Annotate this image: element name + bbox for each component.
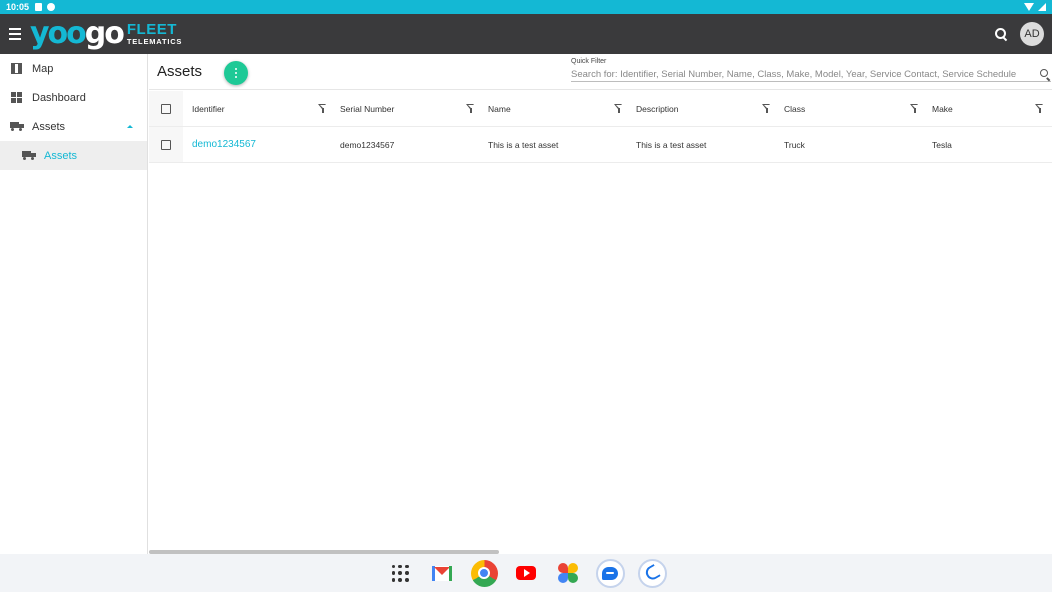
menu-icon[interactable]	[0, 14, 30, 54]
logo-fleet: FLEET	[126, 21, 177, 39]
map-icon	[10, 62, 23, 75]
grid-header-row: Identifier Serial Number Name Descriptio…	[149, 91, 1052, 127]
photos-icon[interactable]	[554, 559, 583, 588]
column-header-label: Name	[488, 103, 511, 114]
filter-icon[interactable]	[762, 104, 771, 113]
select-all-checkbox[interactable]	[161, 103, 171, 114]
chevron-up-icon[interactable]	[127, 125, 133, 128]
column-header-label: Description	[636, 103, 679, 114]
column-header-label: Class	[784, 103, 806, 114]
page-title: Assets	[157, 63, 203, 80]
filter-icon[interactable]	[466, 104, 475, 113]
app-bar: yoogo FLEET TELEMATICS AD	[0, 14, 1052, 54]
assets-grid: Identifier Serial Number Name Descriptio…	[149, 91, 1052, 163]
column-header-make[interactable]: Make	[923, 91, 1048, 126]
apps-grid-icon[interactable]	[386, 559, 415, 588]
signal-icon	[1038, 3, 1046, 11]
name-cell: This is a test asset	[488, 139, 559, 150]
sidebar-item-dashboard[interactable]: Dashboard	[0, 83, 147, 112]
sidebar-item-assets[interactable]: Assets	[0, 141, 147, 170]
serial-number-cell: demo1234567	[340, 139, 395, 150]
wifi-icon	[1024, 3, 1034, 11]
filter-icon[interactable]	[1035, 104, 1044, 113]
chrome-icon[interactable]	[470, 559, 499, 588]
column-header-identifier[interactable]: Identifier	[183, 91, 331, 126]
logo-yoo: yoo	[30, 16, 87, 51]
more-actions-button[interactable]	[224, 61, 248, 85]
phone-icon[interactable]	[637, 558, 667, 588]
gmail-icon[interactable]	[428, 559, 457, 588]
sidebar-item-assets-group[interactable]: Assets	[0, 112, 147, 141]
column-header-class[interactable]: Class	[775, 91, 923, 126]
notification-icon	[47, 3, 56, 11]
search-icon[interactable]	[994, 27, 1008, 41]
sidebar-item-label: Assets	[44, 149, 78, 162]
logo-telematics: TELEMATICS	[126, 37, 183, 47]
status-time: 10:05	[6, 2, 30, 12]
youtube-icon[interactable]	[512, 559, 541, 588]
description-cell: This is a test asset	[636, 139, 707, 150]
class-cell: Truck	[784, 139, 805, 150]
sidebar-item-label: Dashboard	[32, 91, 86, 104]
row-checkbox[interactable]	[161, 139, 171, 150]
identifier-link[interactable]: demo1234567	[192, 139, 256, 150]
column-header-description[interactable]: Description	[627, 91, 775, 126]
table-row[interactable]: demo1234567 demo1234567 This is a test a…	[149, 127, 1052, 163]
make-cell: Tesla	[932, 139, 952, 150]
column-header-serial-number[interactable]: Serial Number	[331, 91, 479, 126]
sidebar: Map Dashboard Assets Assets	[0, 54, 148, 554]
sidebar-item-label: Map	[32, 62, 54, 75]
truck-icon	[22, 149, 36, 162]
filter-icon[interactable]	[318, 104, 327, 113]
messages-icon[interactable]	[595, 558, 625, 588]
column-header-name[interactable]: Name	[479, 91, 627, 126]
dashboard-icon	[10, 91, 23, 104]
status-bar: 10:05	[0, 0, 1052, 14]
yoogo-fleet-logo: yoogo FLEET TELEMATICS	[30, 14, 182, 54]
quick-filter-label: Quick Filter	[571, 58, 607, 65]
search-icon[interactable]	[1039, 68, 1051, 81]
taskbar	[0, 554, 1052, 592]
sidebar-item-label: Assets	[32, 120, 66, 133]
filter-icon[interactable]	[910, 104, 919, 113]
main-content: Assets Quick Filter Identifier Serial Nu…	[149, 54, 1052, 554]
logo-go: go	[84, 16, 125, 51]
column-header-label: Serial Number	[340, 103, 395, 114]
filter-icon[interactable]	[614, 104, 623, 113]
avatar[interactable]: AD	[1020, 22, 1044, 46]
sidebar-item-map[interactable]: Map	[0, 54, 147, 83]
quick-filter: Quick Filter	[571, 58, 1051, 82]
column-header-label: Identifier	[192, 103, 225, 114]
sim-icon	[35, 3, 43, 11]
column-header-label: Make	[932, 103, 953, 114]
quick-filter-input[interactable]	[571, 69, 1037, 80]
truck-icon	[10, 120, 24, 133]
page-header: Assets Quick Filter	[149, 54, 1052, 90]
